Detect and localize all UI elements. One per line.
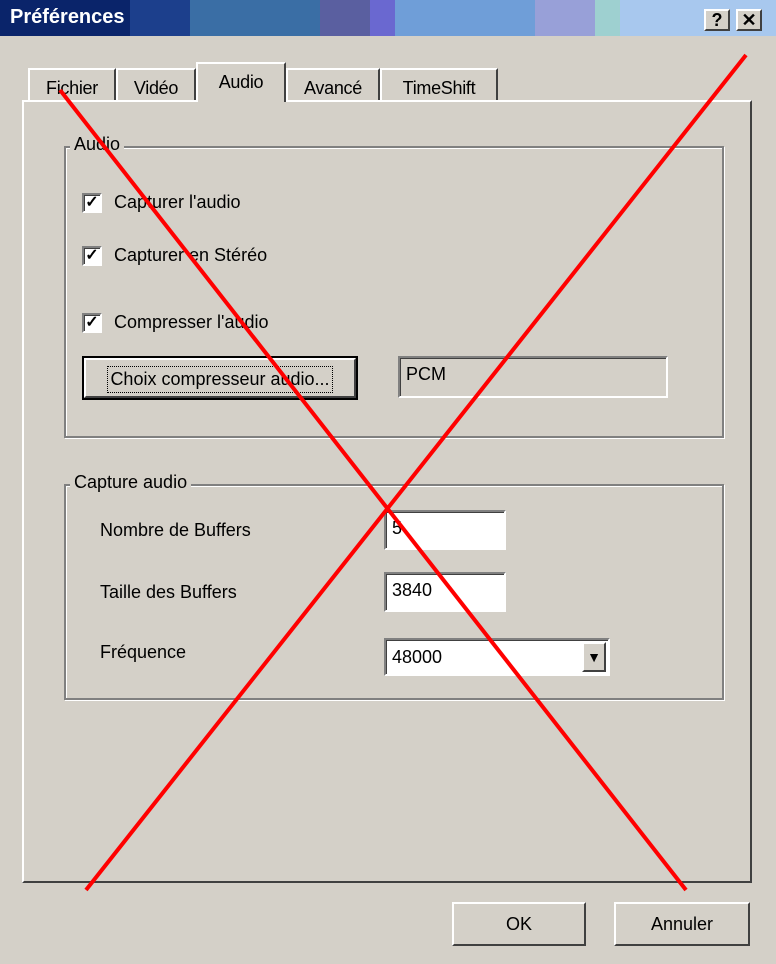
compress-audio-checkbox[interactable]: ✓ Compresser l'audio bbox=[82, 312, 269, 333]
frequency-select[interactable]: 48000 ▼ bbox=[384, 638, 610, 676]
help-button[interactable]: ? bbox=[704, 9, 730, 31]
ok-button[interactable]: OK bbox=[452, 902, 586, 946]
capture-stereo-label: Capturer en Stéréo bbox=[114, 245, 268, 265]
close-button[interactable]: ✕ bbox=[736, 9, 762, 31]
buffer-size-label: Taille des Buffers bbox=[100, 582, 237, 602]
compress-audio-label: Compresser l'audio bbox=[114, 312, 269, 332]
window-title: Préférences bbox=[10, 6, 125, 28]
capture-stereo-checkbox[interactable]: ✓ Capturer en Stéréo bbox=[82, 245, 267, 266]
tab-fichier[interactable]: Fichier bbox=[28, 68, 116, 102]
buffer-count-label: Nombre de Buffers bbox=[100, 520, 251, 540]
cancel-button[interactable]: Annuler bbox=[614, 902, 750, 946]
choose-compressor-label: Choix compresseur audio... bbox=[107, 366, 333, 393]
checkmark-icon: ✓ bbox=[82, 192, 102, 213]
frequency-value: 48000 bbox=[392, 647, 443, 667]
tab-avance[interactable]: Avancé bbox=[286, 68, 380, 102]
capture-audio-checkbox[interactable]: ✓ Capturer l'audio bbox=[82, 192, 241, 213]
compressor-display: PCM bbox=[398, 356, 668, 398]
tab-timeshift[interactable]: TimeShift bbox=[380, 68, 498, 102]
buffer-count-input[interactable]: 5 bbox=[384, 510, 506, 550]
audio-group-label: Audio bbox=[70, 134, 125, 155]
buffer-size-input[interactable]: 3840 bbox=[384, 572, 506, 612]
tab-video[interactable]: Vidéo bbox=[116, 68, 196, 102]
capture-audio-label: Capturer l'audio bbox=[114, 192, 241, 212]
choose-compressor-button[interactable]: Choix compresseur audio... bbox=[82, 356, 358, 400]
chevron-down-icon[interactable]: ▼ bbox=[582, 642, 606, 672]
tab-audio[interactable]: Audio bbox=[196, 62, 286, 102]
capture-audio-group-label: Capture audio bbox=[70, 472, 192, 493]
title-bar: Préférences ? ✕ bbox=[0, 0, 776, 36]
audio-tab-panel: Audio ✓ Capturer l'audio ✓ Capturer en S… bbox=[22, 100, 752, 883]
checkmark-icon: ✓ bbox=[82, 312, 102, 333]
frequency-label: Fréquence bbox=[100, 642, 187, 662]
checkmark-icon: ✓ bbox=[82, 245, 102, 266]
